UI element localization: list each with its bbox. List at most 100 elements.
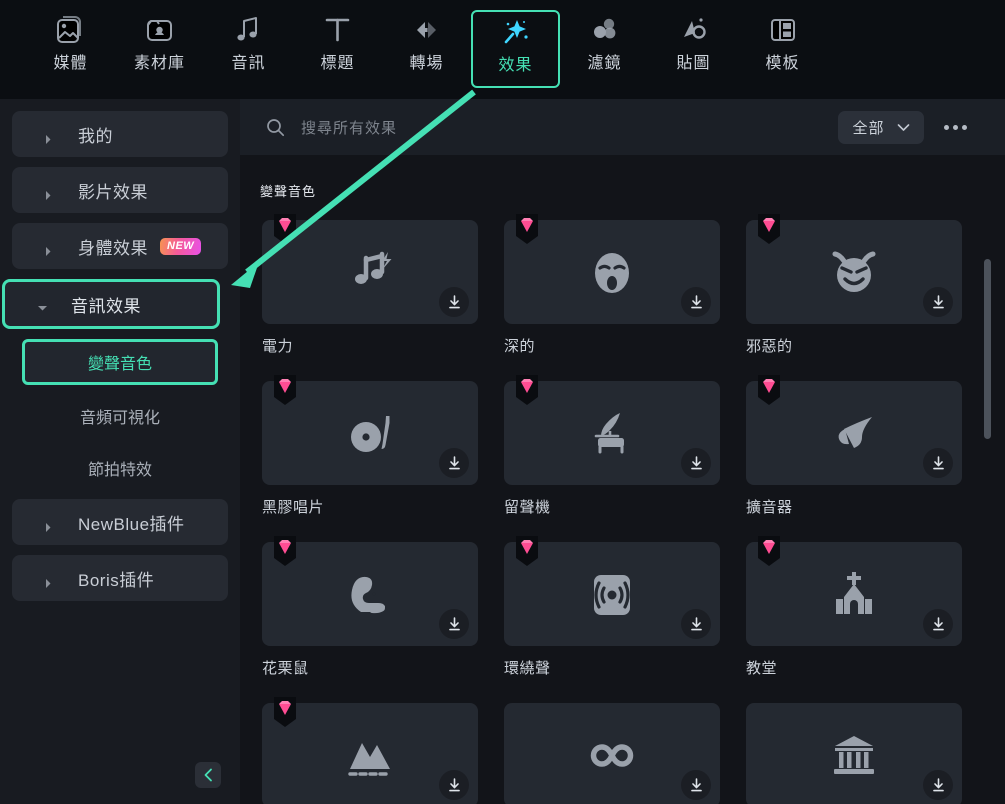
tab-sticker[interactable]: 貼圖 — [649, 10, 738, 88]
download-button[interactable] — [439, 448, 469, 478]
tab-stock-library[interactable]: 素材庫 — [115, 10, 204, 88]
left-sidebar: 我的影片效果身體效果 NEW 音訊效果變聲音色音頻可視化節拍特效 NewBlue插件 B… — [0, 99, 240, 804]
effects-pane: 搜尋所有效果 全部 變聲音色 電力 深的 邪惡的 黑膠唱片 留聲機 擴音器 花栗… — [240, 99, 1005, 804]
effect-thumbnail[interactable] — [746, 703, 962, 804]
download-button[interactable] — [681, 287, 711, 317]
effect-card[interactable]: 花栗鼠 — [262, 536, 478, 678]
effect-thumbnail[interactable] — [262, 697, 478, 804]
tab-label: 音訊 — [231, 55, 266, 72]
sidebar-collapse-button[interactable] — [195, 762, 221, 788]
more-options-button[interactable] — [938, 117, 973, 138]
download-button[interactable] — [439, 287, 469, 317]
infinity-icon — [586, 729, 638, 781]
download-icon — [688, 777, 705, 794]
sidebar-group-label: NewBlue插件 — [78, 514, 185, 534]
effect-card[interactable]: 黑膠唱片 — [262, 375, 478, 517]
pro-diamond-badge-icon — [274, 375, 296, 405]
download-button[interactable] — [681, 770, 711, 800]
download-button[interactable] — [923, 609, 953, 639]
download-button[interactable] — [681, 448, 711, 478]
sidebar-group-label: Boris插件 — [78, 570, 155, 590]
effect-card[interactable]: 邪惡的 — [746, 214, 962, 356]
effect-thumbnail[interactable] — [746, 536, 962, 646]
tab-text-title[interactable]: 標題 — [293, 10, 382, 88]
tab-label: 素材庫 — [133, 55, 185, 72]
filter-dropdown-label: 全部 — [852, 119, 885, 137]
chevron-left-icon — [202, 768, 214, 782]
sidebar-group-1[interactable]: 影片效果 — [12, 167, 228, 213]
effect-thumbnail[interactable] — [504, 375, 720, 485]
tab-transition-arrows[interactable]: 轉場 — [382, 10, 471, 88]
effect-card[interactable]: 擴音器 — [746, 375, 962, 517]
effect-thumbnail[interactable] — [262, 375, 478, 485]
effect-card[interactable]: 環繞聲 — [504, 536, 720, 678]
download-icon — [930, 294, 947, 311]
search-icon — [266, 118, 285, 137]
sidebar-subitem-1[interactable]: 音頻可視化 — [12, 395, 228, 437]
effect-thumbnail[interactable] — [504, 214, 720, 324]
effect-card-label: 邪惡的 — [746, 338, 793, 355]
effect-card-label: 擴音器 — [746, 499, 793, 516]
sidebar-group-3[interactable]: 音訊效果 — [2, 279, 220, 329]
tab-magic-wand-star[interactable]: 效果 — [471, 10, 560, 88]
tab-filter-circles[interactable]: 濾鏡 — [560, 10, 649, 88]
devil-face-icon — [828, 246, 880, 298]
sidebar-group-label: 音訊效果 — [71, 296, 141, 316]
pro-diamond-badge-icon — [274, 536, 296, 566]
download-button[interactable] — [439, 609, 469, 639]
effect-thumbnail[interactable] — [504, 703, 720, 804]
stock-library-icon — [144, 10, 176, 50]
download-button[interactable] — [923, 770, 953, 800]
sidebar-subitem-label: 節拍特效 — [87, 462, 152, 479]
top-tabbar: 媒體 素材庫 音訊 標題 轉場 效果 濾鏡 貼圖 模板 — [0, 0, 1005, 99]
download-icon — [446, 455, 463, 472]
sidebar-group-2[interactable]: 身體效果 NEW — [12, 223, 228, 269]
download-icon — [446, 777, 463, 794]
tab-template-layout[interactable]: 模板 — [738, 10, 827, 88]
download-icon — [446, 616, 463, 633]
tab-media-image[interactable]: 媒體 — [26, 10, 115, 88]
pro-diamond-badge-icon — [758, 536, 780, 566]
museum-bank-icon — [828, 729, 880, 781]
turntable-vinyl-icon — [344, 407, 396, 459]
search-input[interactable]: 搜尋所有效果 — [266, 117, 838, 138]
sidebar-subitem-0[interactable]: 變聲音色 — [22, 339, 218, 385]
effect-thumbnail[interactable] — [504, 536, 720, 646]
effect-card-label: 環繞聲 — [504, 660, 551, 677]
effect-thumbnail[interactable] — [746, 375, 962, 485]
effect-card[interactable]: 留聲機 — [504, 375, 720, 517]
effects-grid: 電力 深的 邪惡的 黑膠唱片 留聲機 擴音器 花栗鼠 環繞聲 教堂 — [240, 200, 1005, 804]
church-icon — [828, 568, 880, 620]
effect-card[interactable] — [746, 703, 962, 804]
search-placeholder: 搜尋所有效果 — [301, 119, 398, 137]
music-note-icon — [233, 10, 265, 50]
gramophone-icon — [586, 407, 638, 459]
vertical-scrollbar[interactable] — [984, 259, 991, 439]
sidebar-group-0[interactable]: 我的 — [12, 111, 228, 157]
pro-diamond-badge-icon — [516, 375, 538, 405]
download-button[interactable] — [923, 448, 953, 478]
effect-thumbnail[interactable] — [746, 214, 962, 324]
filter-dropdown[interactable]: 全部 — [838, 110, 924, 144]
effect-card-label: 深的 — [504, 338, 536, 355]
filter-circles-icon — [589, 10, 621, 50]
sidebar-plugin-group-0[interactable]: NewBlue插件 — [12, 499, 228, 545]
effect-card[interactable] — [262, 697, 478, 804]
effect-card[interactable]: 教堂 — [746, 536, 962, 678]
download-button[interactable] — [681, 609, 711, 639]
effect-card-label: 電力 — [262, 338, 294, 355]
effect-card[interactable]: 電力 — [262, 214, 478, 356]
sidebar-subitem-2[interactable]: 節拍特效 — [12, 447, 228, 489]
tab-music-note[interactable]: 音訊 — [204, 10, 293, 88]
mountains-icon — [344, 729, 396, 781]
download-button[interactable] — [439, 770, 469, 800]
text-title-icon — [322, 10, 354, 50]
effect-card[interactable] — [504, 703, 720, 804]
effect-card[interactable]: 深的 — [504, 214, 720, 356]
download-button[interactable] — [923, 287, 953, 317]
effect-card-label: 花栗鼠 — [262, 660, 309, 677]
sidebar-plugin-group-1[interactable]: Boris插件 — [12, 555, 228, 601]
pro-diamond-badge-icon — [274, 214, 296, 244]
effect-thumbnail[interactable] — [262, 214, 478, 324]
effect-thumbnail[interactable] — [262, 536, 478, 646]
